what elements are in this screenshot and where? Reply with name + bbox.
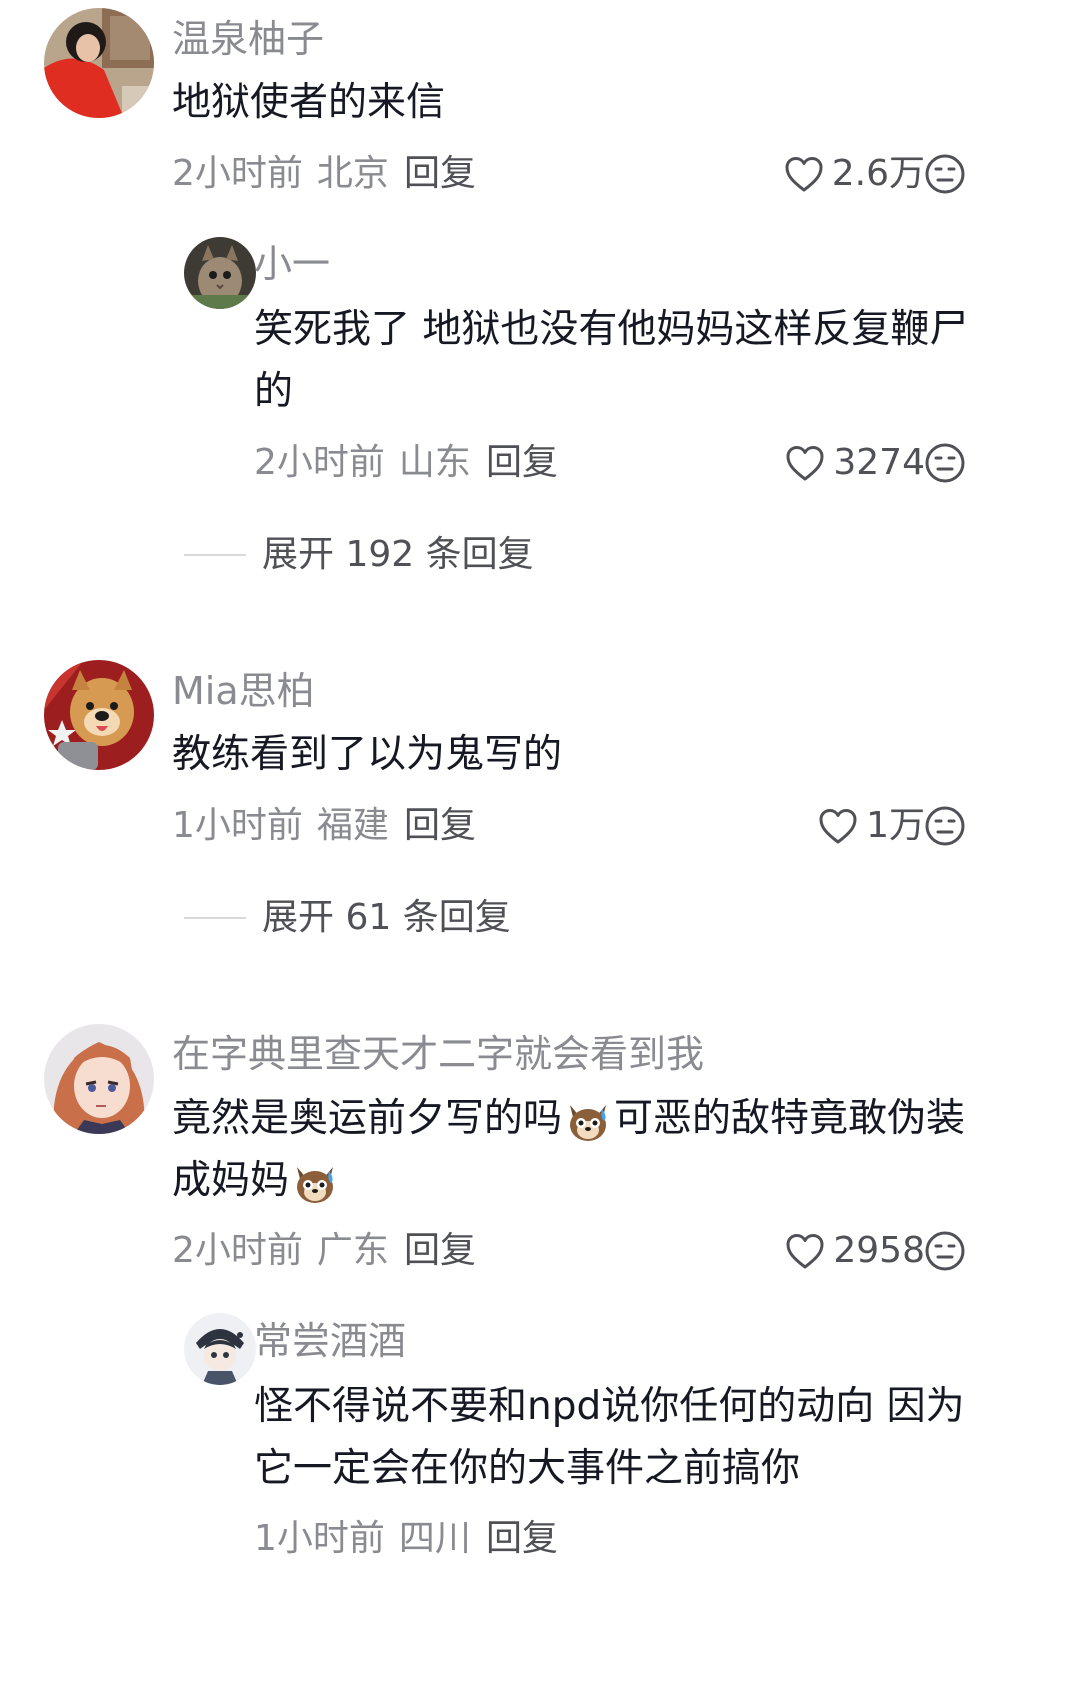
sweating-dog-emoji — [297, 1166, 334, 1203]
comment-username[interactable]: 常尝酒酒 — [254, 1318, 406, 1364]
comment-time: 1小时前 — [254, 1518, 385, 1559]
comment-text-part: 成妈妈 — [172, 1158, 290, 1203]
comment-text-continued: 成妈妈 — [172, 1148, 341, 1214]
like-count: 2958 — [833, 1230, 925, 1271]
reply-button[interactable]: 回复 — [404, 1229, 476, 1273]
like-button[interactable]: 2958 — [785, 1229, 925, 1273]
comment-text-continued: 它一定会在你的大事件之前搞你 — [254, 1446, 801, 1491]
comment-list: 温泉柚子 地狱使者的来信 2小时前 北京 回复 2.6万 小一 笑死我了 地狱也没… — [0, 0, 1080, 1683]
comment-time: 2小时前 — [172, 1230, 303, 1271]
reply-button[interactable]: 回复 — [486, 1517, 558, 1561]
avatar[interactable] — [184, 1313, 256, 1385]
heart-outline-icon — [786, 1234, 824, 1269]
comment-location: 四川 — [398, 1518, 471, 1559]
comment-text: 怪不得说不要和npd说你任何的动向 因为 — [254, 1384, 965, 1429]
comment-username[interactable]: 在字典里查天才二字就会看到我 — [172, 1031, 704, 1077]
comment-text-part: 可恶的敌特竟敢伪装 — [614, 1096, 966, 1141]
comment-meta: 2小时前 广东 — [172, 1229, 389, 1273]
sweating-dog-emoji — [570, 1104, 607, 1141]
comment-thread: 在字典里查天才二字就会看到我 竟然是奥运前夕写的吗 可恶的敌特竟敢伪装 成妈妈 2… — [0, 0, 1080, 1683]
comment-text-part: 竟然是奥运前夕写的吗 — [172, 1096, 563, 1141]
comment-meta: 1小时前 四川 — [254, 1517, 471, 1561]
comment-location: 广东 — [316, 1230, 389, 1271]
avatar[interactable] — [44, 1024, 154, 1134]
neutral-face-icon[interactable] — [924, 1230, 966, 1272]
comment-text: 竟然是奥运前夕写的吗 可恶的敌特竟敢伪装 — [172, 1086, 965, 1152]
